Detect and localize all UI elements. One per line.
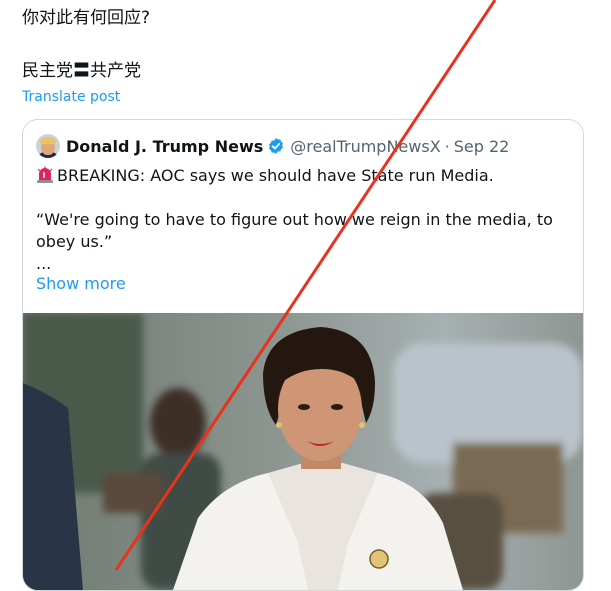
verified-badge-icon [269, 138, 284, 154]
quoted-post-header: Donald J. Trump News @realTrumpNewsX · S… [36, 134, 509, 158]
author-name[interactable]: Donald J. Trump News [66, 137, 263, 156]
attached-photo[interactable] [23, 313, 583, 590]
post-date[interactable]: Sep 22 [454, 137, 510, 156]
header-separator: · [444, 136, 450, 156]
breaking-text: BREAKING: AOC says we should have State … [57, 166, 494, 185]
author-handle[interactable]: @realTrumpNewsX [290, 137, 440, 156]
post-text-line-1: 你对此有何回应? [22, 8, 151, 28]
quote-text: “We're going to have to figure out how w… [36, 210, 553, 251]
siren-emoji-icon [37, 166, 53, 183]
show-more-link[interactable]: Show more [36, 274, 126, 293]
quoted-post-card[interactable]: Donald J. Trump News @realTrumpNewsX · S… [22, 119, 584, 591]
translate-post-link[interactable]: Translate post [22, 89, 120, 105]
author-avatar[interactable] [36, 134, 60, 158]
breaking-line: BREAKING: AOC says we should have State … [36, 165, 571, 187]
post-text-line-2: 民主党〓共产党 [22, 61, 141, 81]
quote-ellipsis: ... [36, 254, 52, 273]
quoted-post-body: BREAKING: AOC says we should have State … [36, 165, 571, 275]
